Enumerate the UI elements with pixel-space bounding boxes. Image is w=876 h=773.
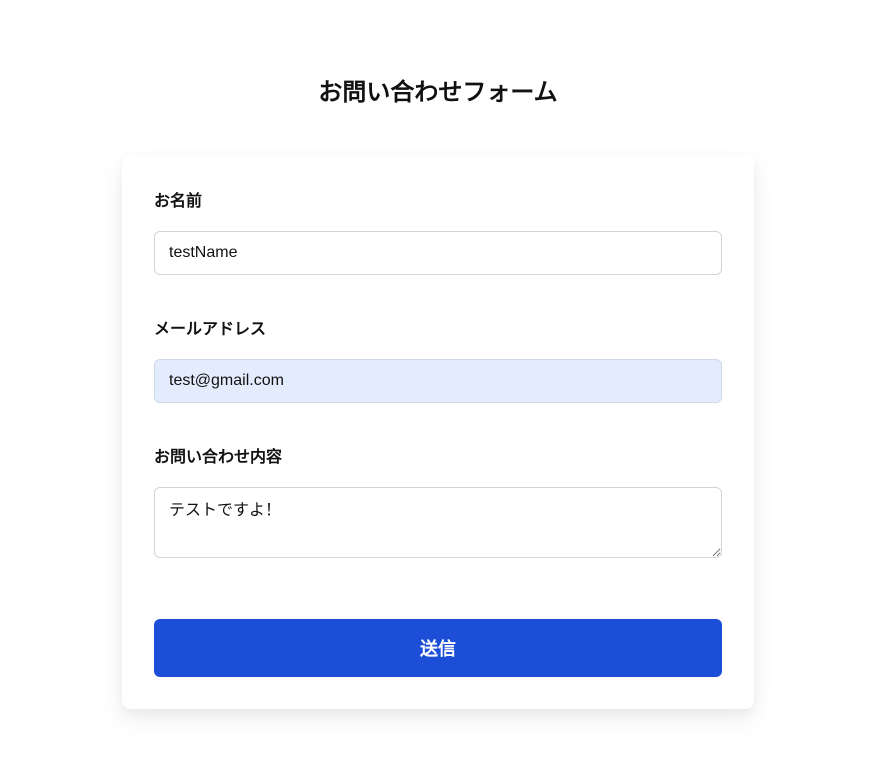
submit-button[interactable]: 送信 [154,619,722,677]
name-label: お名前 [154,187,722,211]
contact-form-card: お名前 メールアドレス お問い合わせ内容 送信 [122,155,754,709]
name-field-group: お名前 [154,187,722,275]
email-label: メールアドレス [154,315,722,339]
message-field-group: お問い合わせ内容 [154,443,722,563]
message-textarea[interactable] [154,487,722,558]
email-input[interactable] [154,359,722,403]
page-title: お問い合わせフォーム [318,72,557,107]
email-field-group: メールアドレス [154,315,722,403]
message-label: お問い合わせ内容 [154,443,722,467]
name-input[interactable] [154,231,722,275]
